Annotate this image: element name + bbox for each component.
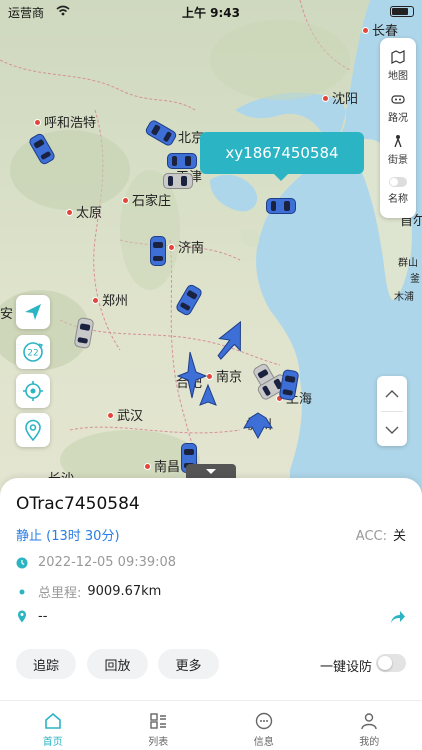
locate-me-button[interactable] (16, 374, 50, 408)
svg-text:22: 22 (27, 349, 38, 359)
clock-icon (16, 557, 28, 568)
zoom-out-button[interactable] (377, 412, 407, 447)
chevron-up-icon (385, 389, 399, 397)
crosshair-icon (23, 381, 43, 401)
street-view-icon (394, 134, 402, 147)
profile-icon (361, 713, 377, 730)
address-row: -- (16, 609, 47, 624)
tab-profile[interactable]: 我的 (317, 701, 422, 750)
zoom-control (377, 376, 407, 446)
tab-home[interactable]: 首页 (0, 701, 106, 750)
navigate-button[interactable] (16, 295, 50, 329)
location-pin-icon (25, 419, 41, 441)
traffic-button[interactable]: 路况 (380, 86, 416, 128)
map-type-button[interactable]: 地图 (380, 44, 416, 86)
home-icon (44, 712, 61, 729)
map-toolbar: 地图 路况 街景 名称 (380, 38, 416, 218)
mileage-row: 总里程: 9009.67km (16, 582, 161, 601)
location-pin-icon (18, 610, 26, 623)
playback-button[interactable]: 回放 (87, 649, 148, 679)
zoom-in-button[interactable] (377, 376, 407, 411)
vehicle-tooltip[interactable]: xy1867450584 (200, 132, 364, 181)
device-location-button[interactable] (16, 413, 50, 447)
share-arrow-icon (391, 611, 405, 623)
device-name: OTrac7450584 (16, 494, 140, 514)
share-button[interactable] (390, 609, 406, 628)
map-view[interactable]: 长春 沈阳 呼和浩特 北京 天津 石家庄 太原 济南 郑州 南京 合肥 武汉 杭… (0, 0, 422, 500)
name-toggle-button[interactable]: 名称 (380, 170, 416, 212)
street-view-button[interactable]: 街景 (380, 128, 416, 170)
track-button[interactable]: 追踪 (16, 649, 76, 679)
tab-messages[interactable]: 信息 (211, 701, 317, 750)
device-status: 静止 (13时 30分) (16, 529, 120, 544)
tab-list[interactable]: 列表 (106, 701, 212, 750)
last-update-row: 2022-12-05 09:39:08 (16, 555, 176, 570)
bottom-tab-bar: 首页 列表 信息 我的 (0, 700, 422, 750)
bullet-icon (19, 589, 25, 594)
device-info-panel: OTrac7450584 静止 (13时 30分) ACC: 关 2022-12-… (0, 478, 422, 700)
more-button[interactable]: 更多 (158, 649, 219, 679)
panel-collapse-handle[interactable] (186, 464, 236, 478)
list-icon (150, 713, 167, 729)
message-icon (255, 712, 272, 730)
send-arrow-icon (25, 304, 41, 320)
traffic-icon (391, 94, 405, 104)
defense-label: 一键设防 (319, 660, 372, 675)
map-icon (391, 49, 405, 64)
status-bar: 运营商 上午 9:43 (0, 0, 422, 24)
aircraft-markers (176, 320, 273, 440)
clock: 上午 9:43 (181, 6, 241, 20)
chevron-down-icon (385, 426, 399, 434)
battery-icon (390, 6, 414, 17)
defense-toggle[interactable] (376, 654, 406, 672)
acc-status: ACC: 关 (355, 529, 406, 544)
name-toggle-icon (389, 177, 407, 187)
refresh-timer-icon: 22 (23, 342, 44, 362)
refresh-interval-button[interactable]: 22 (16, 335, 50, 369)
